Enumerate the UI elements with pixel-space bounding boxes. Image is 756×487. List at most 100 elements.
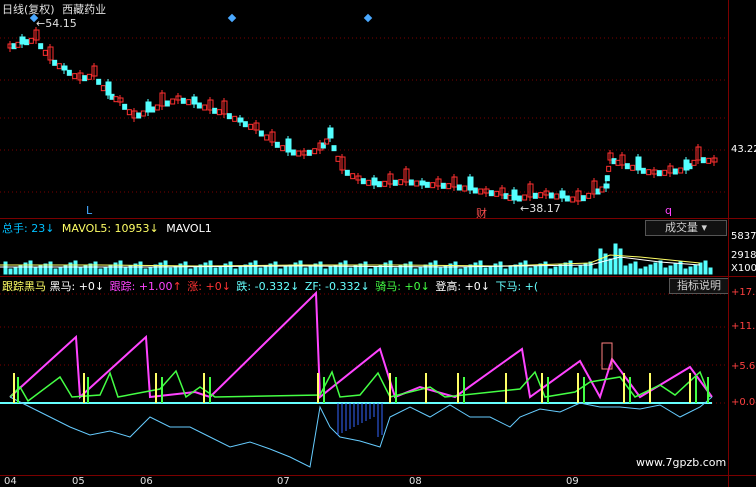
candle-body — [646, 169, 652, 176]
candle-body — [678, 167, 684, 174]
candle-body — [606, 165, 612, 172]
marker-q[interactable]: q — [665, 204, 672, 217]
candle-body — [140, 110, 146, 117]
volume-bar — [663, 267, 668, 275]
volume-bar — [138, 261, 143, 275]
candle-body — [216, 109, 222, 116]
candle-body — [398, 179, 404, 186]
indicator-selector[interactable]: 成交量 ▾ — [645, 220, 727, 236]
chart-header: 日线(复权) 西藏药业 — [2, 1, 106, 17]
volume-bar — [673, 263, 678, 275]
volume-bar — [483, 267, 488, 275]
vol-legend-mavol1: MAVOL1 — [166, 222, 212, 235]
candle-body — [296, 150, 302, 157]
volume-bar — [703, 260, 708, 275]
candle-body — [72, 73, 78, 80]
candle-body — [186, 99, 192, 106]
candle-body — [327, 127, 334, 139]
x-tick-3: 07 — [277, 476, 290, 487]
candle-body — [24, 39, 30, 46]
volume-bar — [283, 266, 288, 275]
volume-bar — [303, 267, 308, 275]
candle-body — [382, 180, 388, 187]
candle-body — [706, 157, 712, 164]
volume-bar — [253, 260, 258, 275]
indicator-help-button[interactable]: 指标说明 — [669, 278, 729, 294]
indicator-panel[interactable]: 跟踪黑马 黑马: +0↓ 跟踪: +1.00↑ 涨: +0↓ 跌: -0.332… — [0, 277, 729, 475]
volume-bar — [308, 265, 313, 275]
candle-body — [467, 176, 474, 191]
volume-bar — [183, 261, 188, 275]
volume-bar — [258, 267, 263, 275]
candle-body — [656, 170, 662, 177]
period-label: 日线(复权) — [2, 3, 55, 16]
ride-line — [9, 369, 711, 403]
volume-bar — [263, 265, 268, 275]
candle-body — [11, 43, 17, 50]
candle-body — [595, 188, 601, 195]
candle-body — [630, 164, 636, 171]
candle-body — [258, 130, 264, 137]
volume-bar — [503, 268, 508, 275]
ind-scale-3: +0.04 — [731, 397, 756, 408]
price-panel[interactable]: 日线(复权) 西藏药业 ←54.15 ←38.17 L 财 q — [0, 0, 728, 220]
volume-bar — [638, 268, 643, 275]
candle-body — [232, 115, 238, 122]
candle-body — [42, 49, 48, 56]
volume-bar — [418, 266, 423, 275]
volume-bar — [683, 268, 688, 275]
candlestick-chart[interactable] — [0, 0, 728, 218]
vol-scale-mid: 2918 — [731, 250, 756, 261]
candle-body — [56, 63, 62, 70]
candle-body — [86, 73, 92, 80]
volume-bar — [543, 261, 548, 275]
volume-bar — [573, 267, 578, 275]
volume-bar — [48, 261, 53, 275]
x-tick-4: 08 — [409, 476, 422, 487]
ind-legend-2: 跟踪: +1.00 — [109, 280, 173, 293]
volume-bar — [78, 267, 83, 275]
candle-body — [599, 186, 605, 193]
candle-body — [350, 173, 356, 180]
marker-l[interactable]: L — [86, 204, 92, 217]
volume-bar — [408, 261, 413, 275]
indicator-legend: 跟踪黑马 黑马: +0↓ 跟踪: +1.00↑ 涨: +0↓ 跌: -0.332… — [2, 280, 539, 293]
volume-bar — [548, 268, 553, 275]
volume-bar — [13, 266, 18, 275]
ind-scale-2: +5.65 — [731, 361, 756, 372]
volume-bar — [508, 266, 513, 275]
indicator-chart[interactable] — [0, 277, 728, 475]
volume-bar — [558, 264, 563, 275]
candle-body — [635, 156, 642, 171]
volume-bar — [228, 261, 233, 275]
candle-body — [136, 112, 142, 119]
volume-bar — [53, 268, 58, 275]
volume-bar — [623, 265, 628, 275]
volume-bar — [593, 268, 598, 275]
candle-body — [306, 149, 312, 156]
volume-bar — [273, 261, 278, 275]
volume-bar — [168, 267, 173, 275]
candle-body — [424, 181, 430, 188]
volume-bar — [203, 262, 208, 275]
candle-body — [61, 65, 68, 71]
candle-body — [503, 193, 509, 200]
volume-bar — [58, 266, 63, 275]
vol-scale-max: 5837 — [731, 231, 756, 242]
volume-bar — [488, 265, 493, 275]
volume-bar — [463, 266, 468, 275]
volume-bar — [498, 261, 503, 275]
volume-panel[interactable]: 总手: 23↓ MAVOL5: 10953↓ MAVOL1 成交量 ▾ — [0, 219, 728, 276]
candle-body — [446, 183, 452, 190]
volume-bar — [123, 267, 128, 275]
candle-body — [237, 117, 244, 123]
volume-bar — [343, 260, 348, 275]
candle-body — [488, 190, 494, 197]
ind-legend-8: 下马: +( — [495, 280, 539, 293]
volume-legend: 总手: 23↓ MAVOL5: 10953↓ MAVOL1 — [2, 222, 212, 235]
volume-bar — [528, 267, 533, 275]
volume-bar — [633, 261, 638, 275]
tracking-line — [9, 290, 713, 400]
right-axis-line — [728, 0, 729, 487]
watermark-text: www.7gpzb.com — [636, 456, 727, 469]
